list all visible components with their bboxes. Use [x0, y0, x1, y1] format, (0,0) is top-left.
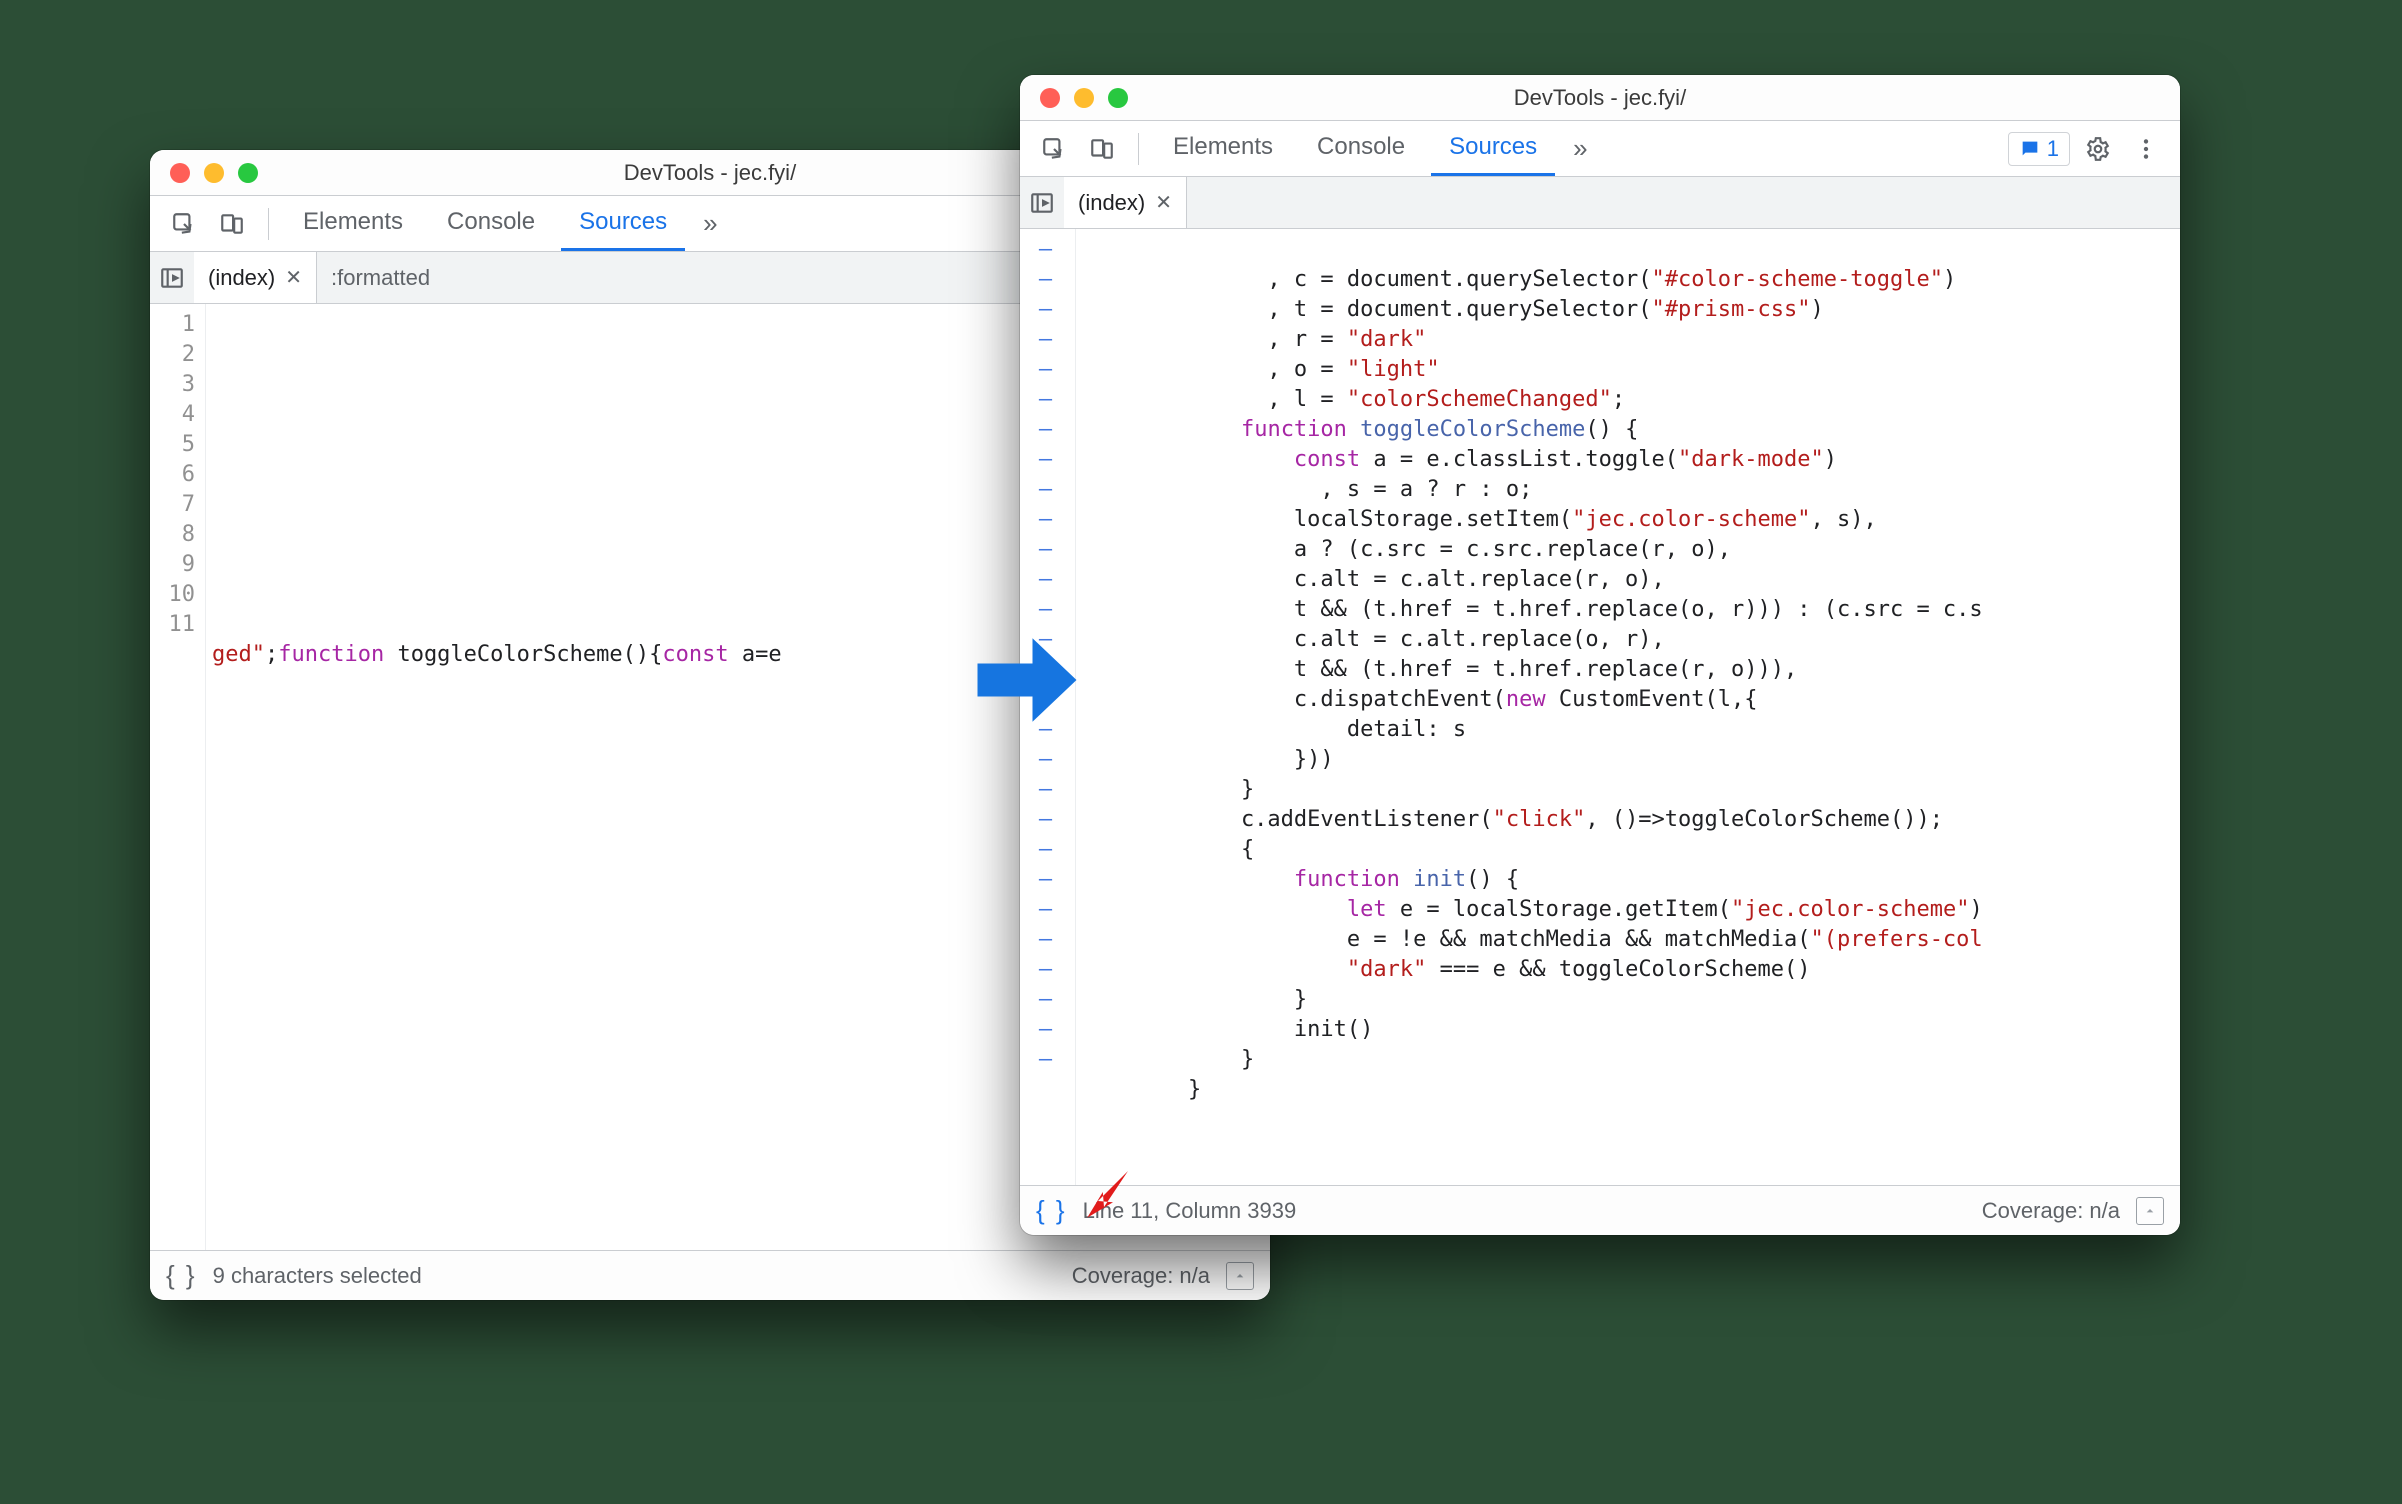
device-toolbar-icon[interactable]: [212, 204, 252, 244]
line-gutter: 123 456 789 1011: [150, 304, 206, 1250]
inspect-element-icon[interactable]: [164, 204, 204, 244]
tab-console[interactable]: Console: [1299, 121, 1423, 176]
coverage-label: Coverage: n/a: [1982, 1198, 2120, 1224]
code-area[interactable]: , c = document.querySelector("#color-sch…: [1076, 229, 2180, 1185]
window-title: DevTools - jec.fyi/: [1020, 85, 2180, 111]
window-controls: [1020, 88, 1128, 108]
status-info: 9 characters selected: [213, 1263, 422, 1289]
more-tabs-icon[interactable]: »: [693, 208, 727, 239]
tab-elements[interactable]: Elements: [285, 196, 421, 251]
tab-sources[interactable]: Sources: [1431, 121, 1555, 176]
collapse-icon[interactable]: [2136, 1197, 2164, 1225]
minimize-dot[interactable]: [1074, 88, 1094, 108]
pretty-print-icon[interactable]: { }: [166, 1260, 197, 1291]
file-tab-label: (index): [1078, 190, 1145, 216]
tab-console[interactable]: Console: [429, 196, 553, 251]
issues-badge[interactable]: 1: [2008, 132, 2070, 166]
device-toolbar-icon[interactable]: [1082, 129, 1122, 169]
close-icon[interactable]: ✕: [285, 265, 302, 290]
titlebar: DevTools - jec.fyi/: [1020, 75, 2180, 121]
window-controls: [150, 163, 258, 183]
tab-sources[interactable]: Sources: [561, 196, 685, 251]
file-tab-formatted[interactable]: :formatted: [317, 252, 444, 303]
navigator-toggle-icon[interactable]: [150, 258, 194, 298]
settings-gear-icon[interactable]: [2078, 129, 2118, 169]
zoom-dot[interactable]: [238, 163, 258, 183]
annotation-arrow-down-left: [1080, 1165, 1140, 1225]
coverage-label: Coverage: n/a: [1072, 1263, 1210, 1289]
navigator-toggle-icon[interactable]: [1020, 183, 1064, 223]
close-dot[interactable]: [1040, 88, 1060, 108]
file-tab-index[interactable]: (index) ✕: [1064, 177, 1187, 228]
close-dot[interactable]: [170, 163, 190, 183]
devtools-window-right: DevTools - jec.fyi/ Elements Console Sou…: [1020, 75, 2180, 1235]
minimize-dot[interactable]: [204, 163, 224, 183]
kebab-menu-icon[interactable]: [2126, 129, 2166, 169]
close-icon[interactable]: ✕: [1155, 190, 1172, 215]
collapse-icon[interactable]: [1226, 1262, 1254, 1290]
file-tab-label: :formatted: [331, 265, 430, 291]
zoom-dot[interactable]: [1108, 88, 1128, 108]
annotation-arrow-right: [972, 625, 1082, 735]
status-bar: { } Line 11, Column 3939 Coverage: n/a: [1020, 1185, 2180, 1235]
file-tab-index[interactable]: (index) ✕: [194, 252, 317, 303]
status-bar: { } 9 characters selected Coverage: n/a: [150, 1250, 1270, 1300]
separator: [268, 208, 269, 240]
file-tab-bar: (index) ✕: [1020, 177, 2180, 229]
issues-count: 1: [2047, 136, 2059, 162]
pretty-print-icon[interactable]: { }: [1036, 1195, 1067, 1226]
separator: [1138, 133, 1139, 165]
main-toolbar: Elements Console Sources » 1: [1020, 121, 2180, 177]
more-tabs-icon[interactable]: »: [1563, 133, 1597, 164]
tab-elements[interactable]: Elements: [1155, 121, 1291, 176]
file-tab-label: (index): [208, 265, 275, 291]
code-editor[interactable]: ––––––– ––––––– ––––––– ––––––– , c = do…: [1020, 229, 2180, 1185]
inspect-element-icon[interactable]: [1034, 129, 1074, 169]
